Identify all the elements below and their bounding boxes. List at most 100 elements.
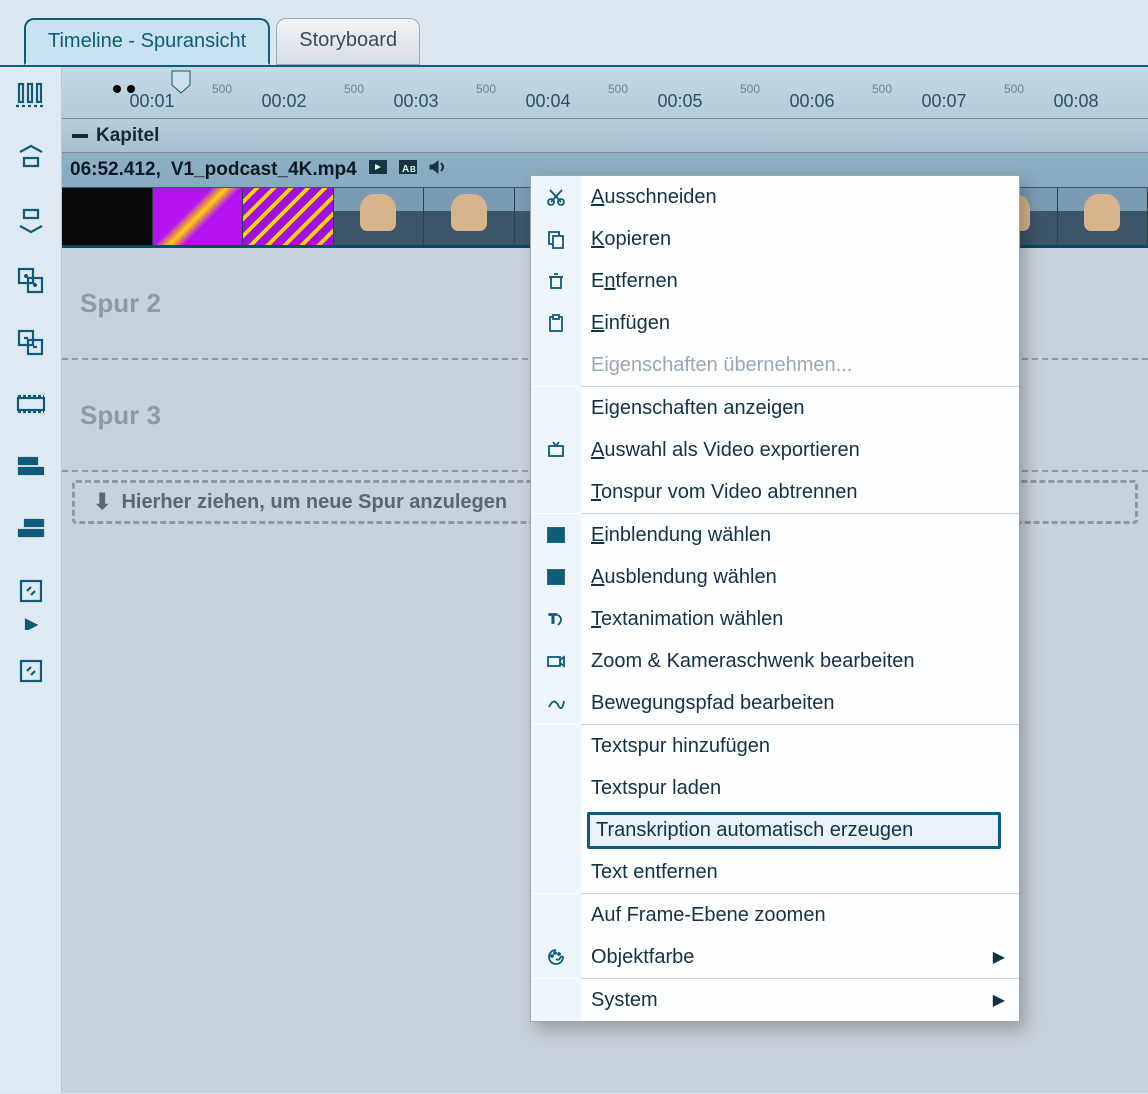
ruler-sub: 500 (608, 82, 628, 96)
menu-label: Text entfernen (581, 861, 1005, 884)
tool-sidebar (0, 67, 62, 1093)
tool-sliders-icon[interactable] (9, 73, 53, 117)
menu-label: Textspur laden (581, 777, 1005, 800)
thumbnail (1058, 188, 1148, 245)
thumbnail (243, 188, 334, 245)
menu-copy[interactable]: Kopieren (531, 218, 1019, 260)
ruler-label: 00:01 (129, 91, 174, 112)
fade-out-icon: AB (531, 556, 581, 598)
menu-motion-path[interactable]: Bewegungspfad bearbeiten (531, 682, 1019, 724)
dropzone-label: Hierher ziehen, um neue Spur anzulegen (121, 491, 507, 514)
ruler-sub: 500 (872, 82, 892, 96)
menu-cut[interactable]: Ausschneiden (531, 176, 1019, 218)
menu-system[interactable]: System ▶ (531, 979, 1019, 1021)
thumbnail (153, 188, 244, 245)
ruler-sub: 500 (476, 82, 496, 96)
arrow-down-icon: ⬇ (93, 489, 111, 515)
menu-label: Transkription automatisch erzeugen (587, 812, 1001, 849)
menu-label: infügen (604, 312, 670, 334)
svg-text:B: B (557, 573, 563, 583)
clip-filename: V1_podcast_4K.mp4 (171, 159, 357, 181)
ruler-label: 00:03 (393, 91, 438, 112)
clip-time: 06:52.412, (70, 159, 161, 181)
ruler-label: 00:04 (525, 91, 570, 112)
tool-add-track-icon[interactable] (9, 259, 53, 303)
audio-icon (427, 157, 449, 183)
menu-label: inblendung wählen (604, 524, 771, 546)
tv-icon (531, 429, 581, 471)
ruler-label: 00:08 (1053, 91, 1098, 112)
menu-text-animation[interactable]: T Textanimation wählen (531, 598, 1019, 640)
transition-icon: AB (397, 157, 419, 183)
menu-label: System (581, 989, 993, 1012)
menu-label: Eigenschaften übernehmen... (581, 354, 1005, 377)
menu-fade-out[interactable]: AB Ausblendung wählen (531, 556, 1019, 598)
chapter-bar[interactable]: Kapitel (62, 119, 1148, 153)
menu-label: extanimation wählen (601, 608, 783, 630)
menu-load-text-track[interactable]: Textspur laden (531, 767, 1019, 809)
cut-icon (531, 176, 581, 218)
chapter-label: Kapitel (96, 125, 159, 147)
menu-add-text-track[interactable]: Textspur hinzufügen (531, 725, 1019, 767)
menu-zoom-pan[interactable]: Zoom & Kameraschwenk bearbeiten (531, 640, 1019, 682)
tool-crop-in-icon[interactable] (9, 569, 53, 613)
menu-show-props[interactable]: Eigenschaften anzeigen (531, 387, 1019, 429)
paste-icon (531, 302, 581, 344)
collapse-icon[interactable] (72, 134, 88, 138)
thumbnail (62, 188, 153, 245)
ruler-label: 00:05 (657, 91, 702, 112)
copy-icon (531, 218, 581, 260)
trash-icon (531, 260, 581, 302)
menu-label: tfernen (615, 270, 677, 292)
menu-label: Zoom & Kameraschwenk bearbeiten (581, 650, 1005, 673)
tab-bar: Timeline - Spuransicht Storyboard (0, 0, 1148, 65)
tool-crop-out-icon[interactable] (9, 649, 53, 693)
ruler-sub: 500 (1004, 82, 1024, 96)
menu-object-color[interactable]: Objektfarbe ▶ (531, 936, 1019, 978)
tool-zoom-in-icon[interactable] (9, 135, 53, 179)
time-ruler[interactable]: 00:01 500 00:02 500 00:03 500 00:04 500 … (62, 67, 1148, 119)
svg-text:A: A (550, 531, 556, 541)
chevron-right-icon: ▶ (993, 947, 1005, 967)
menu-label: usblendung wählen (604, 566, 776, 588)
menu-fade-in[interactable]: AB Einblendung wählen (531, 514, 1019, 556)
menu-label: opieren (604, 228, 671, 250)
tool-remove-track-icon[interactable] (9, 321, 53, 365)
thumbnail (334, 188, 425, 245)
tool-zoom-out-icon[interactable] (9, 197, 53, 241)
menu-delete[interactable]: Entfernen (531, 260, 1019, 302)
tab-timeline[interactable]: Timeline - Spuransicht (24, 18, 270, 65)
menu-label: Objektfarbe (581, 946, 993, 969)
tool-filmstrip-icon[interactable] (9, 383, 53, 427)
menu-label: Auf Frame-Ebene zoomen (581, 904, 1005, 927)
menu-label: usschneiden (604, 186, 716, 208)
path-icon (531, 682, 581, 724)
menu-label: Eigenschaften anzeigen (581, 397, 1005, 420)
menu-remove-text[interactable]: Text entfernen (531, 851, 1019, 893)
menu-inherit-props: Eigenschaften übernehmen... (531, 344, 1019, 386)
tab-storyboard[interactable]: Storyboard (276, 18, 420, 65)
svg-text:B: B (410, 165, 416, 174)
svg-text:B: B (557, 534, 562, 541)
menu-paste[interactable]: Einfügen (531, 302, 1019, 344)
ruler-label: 00:07 (921, 91, 966, 112)
menu-zoom-frame[interactable]: Auf Frame-Ebene zoomen (531, 894, 1019, 936)
ruler-label: 00:06 (789, 91, 834, 112)
text-anim-icon: T (531, 598, 581, 640)
svg-text:A: A (550, 576, 555, 583)
menu-auto-transcribe[interactable]: Transkription automatisch erzeugen (531, 809, 1019, 851)
ruler-sub: 500 (212, 82, 232, 96)
menu-label: uswahl als Video exportieren (604, 439, 859, 461)
context-menu: Ausschneiden Kopieren Entfernen Einfügen… (530, 175, 1020, 1022)
tool-play-tri-icon[interactable] (9, 617, 53, 631)
ruler-sub: 500 (740, 82, 760, 96)
menu-detach-audio[interactable]: Tonspur vom Video abtrennen (531, 471, 1019, 513)
tool-align-left-icon[interactable] (9, 445, 53, 489)
tool-align-right-icon[interactable] (9, 507, 53, 551)
ruler-label: 00:02 (261, 91, 306, 112)
camera-icon (531, 640, 581, 682)
menu-export-selection[interactable]: Auswahl als Video exportieren (531, 429, 1019, 471)
video-icon (367, 157, 389, 183)
svg-text:A: A (402, 164, 409, 175)
thumbnail (424, 188, 515, 245)
